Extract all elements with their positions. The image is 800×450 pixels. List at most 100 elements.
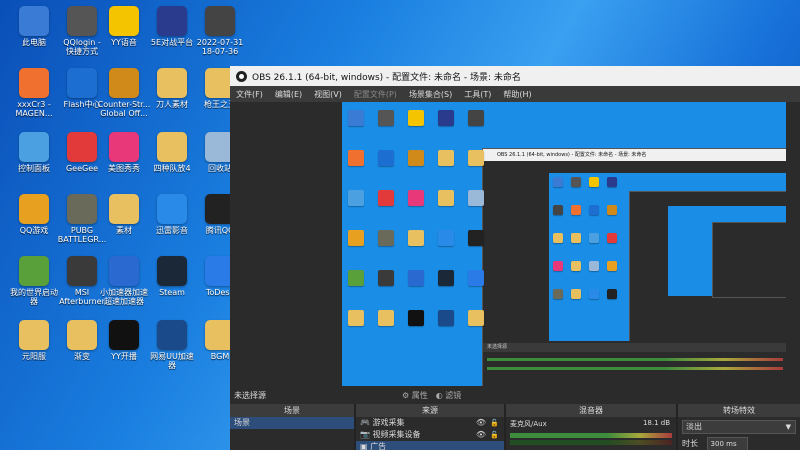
preview-minecraft-icon	[348, 270, 364, 286]
preview-qq-icon	[468, 230, 484, 246]
preview-folder-icon	[468, 310, 484, 326]
transition-selected: 淡出	[686, 422, 702, 431]
nested-yy-icon	[589, 177, 599, 187]
flac-file-icon	[19, 68, 49, 98]
preview-accelerator-icon	[408, 270, 424, 286]
msi-icon	[67, 256, 97, 286]
transitions-dock: 转场特效 淡出 ▼ 时长 300 ms	[678, 404, 800, 450]
nested-control-panel-icon	[589, 233, 599, 243]
video-file-icon	[205, 6, 235, 36]
volume-meter-2	[510, 440, 672, 445]
nested-folder-icon	[571, 289, 581, 299]
obs-logo-icon	[236, 70, 247, 82]
source-item[interactable]: ▣ 广告	[356, 441, 504, 450]
menu-tools[interactable]: 工具(T)	[458, 89, 497, 100]
source-item[interactable]: 🎮 游戏采集 👁 🔓	[356, 417, 504, 429]
nested-obs-window: OBS 26.1.1 (64-bit, windows) - 配置文件: 未命名…	[482, 148, 786, 414]
source-toolbar: 未选择源 ⚙ 属性 ◐ 滤镜	[230, 386, 800, 404]
menu-edit[interactable]: 编辑(E)	[269, 89, 308, 100]
control-panel-icon	[19, 132, 49, 162]
filters-button[interactable]: ◐ 滤镜	[436, 390, 462, 401]
nested-video-file-icon	[553, 205, 563, 215]
nested-folder-icon	[571, 233, 581, 243]
nested-obs-window-2	[629, 191, 786, 341]
volume-meter	[510, 433, 672, 438]
menu-file[interactable]: 文件(F)	[230, 89, 269, 100]
desktop: 此电脑 QQlogin - 快捷方式 YY语音 5E对战平台 2022-07-31 18…	[0, 0, 243, 450]
yy-icon	[109, 6, 139, 36]
csgo-icon	[109, 68, 139, 98]
preview-uu-icon	[438, 310, 454, 326]
mixer-dock: 混音器 麦克风/Aux 18.1 dB	[506, 404, 676, 450]
preview-folder-icon	[468, 150, 484, 166]
xunlei-icon	[157, 194, 187, 224]
geegee-icon	[67, 132, 97, 162]
eye-icon[interactable]: 👁	[476, 417, 486, 429]
nested-meter-2	[487, 367, 783, 370]
nested-qq-game-icon	[607, 261, 617, 271]
preview-yy-live-icon	[408, 310, 424, 326]
folder-icon	[109, 194, 139, 224]
steam-icon	[157, 256, 187, 286]
computer-icon	[19, 6, 49, 36]
preview-canvas[interactable]: OBS 26.1.1 (64-bit, windows) - 配置文件: 未命名…	[342, 102, 786, 414]
nested-geegee-icon	[607, 233, 617, 243]
obs-window: OBS 26.1.1 (64-bit, windows) - 配置文件: 未命名…	[230, 66, 800, 450]
scene-item[interactable]: 场景	[230, 417, 354, 429]
yy-live-icon	[109, 320, 139, 350]
obs-title: OBS 26.1.1 (64-bit, windows) - 配置文件: 未命名…	[252, 72, 521, 83]
scenes-header: 场景	[230, 404, 354, 417]
nested-preview-2	[668, 206, 786, 298]
nested-computer-icon	[553, 177, 563, 187]
obs-preview[interactable]: OBS 26.1.1 (64-bit, windows) - 配置文件: 未命名…	[230, 102, 800, 414]
preview-qq-game-icon	[348, 230, 364, 246]
nested-flash-icon	[589, 205, 599, 215]
preview-csgo-icon	[408, 150, 424, 166]
transition-select[interactable]: 淡出 ▼	[682, 420, 796, 434]
folder-icon	[67, 320, 97, 350]
preview-video-file-icon	[468, 110, 484, 126]
source-item-label: 视频采集设备	[372, 430, 421, 439]
desktop-icon[interactable]: 2022-07-31 18-07-36	[192, 6, 248, 56]
uu-icon	[157, 320, 187, 350]
preview-geegee-icon	[378, 190, 394, 206]
nested-source-bar: 未选择源	[483, 343, 786, 352]
pubg-icon	[67, 194, 97, 224]
source-item[interactable]: 📷 视频采集设备 👁 🔓	[356, 429, 504, 441]
menu-profile[interactable]: 配置文件(P)	[348, 89, 403, 100]
nested-mixer	[483, 352, 786, 376]
nested-csgo-icon	[607, 205, 617, 215]
accelerator-icon	[109, 256, 139, 286]
menu-help[interactable]: 帮助(H)	[497, 89, 537, 100]
preview-flac-file-icon	[348, 150, 364, 166]
desktop-icon-label: 2022-07-31 18-07-36	[196, 38, 244, 56]
duration-label: 时长	[682, 439, 698, 448]
obs-docks: 场景 场景 来源 🎮 游戏采集 👁 🔓 📷 视频采集设备 👁 🔓 ▣ 广告 混音器 麦克…	[230, 404, 800, 450]
properties-label: 属性	[411, 390, 428, 400]
flash-icon	[67, 68, 97, 98]
properties-button[interactable]: ⚙ 属性	[402, 390, 428, 401]
preview-flash-icon	[378, 150, 394, 166]
minecraft-icon	[19, 256, 49, 286]
preview-folder-icon	[438, 150, 454, 166]
preview-folder-icon	[348, 310, 364, 326]
nested-pubg-icon	[553, 289, 563, 299]
folder-icon	[157, 68, 187, 98]
preview-meitu-icon	[408, 190, 424, 206]
menu-scene-collection[interactable]: 场景集合(S)	[403, 89, 458, 100]
preview-folder-icon	[408, 230, 424, 246]
preview-xunlei-icon	[438, 230, 454, 246]
nested-recycle-bin-icon	[589, 261, 599, 271]
obs-menubar: 文件(F) 编辑(E) 视图(V) 配置文件(P) 场景集合(S) 工具(T) …	[230, 86, 800, 102]
lock-icon[interactable]: 🔓	[490, 417, 499, 429]
nested-folder-icon	[571, 261, 581, 271]
lock-icon[interactable]: 🔓	[490, 429, 499, 441]
menu-view[interactable]: 视图(V)	[308, 89, 348, 100]
eye-icon[interactable]: 👁	[476, 429, 486, 441]
duration-input[interactable]: 300 ms	[706, 437, 748, 450]
nested-obs-window-3	[712, 222, 786, 298]
nested-flac-file-icon	[571, 205, 581, 215]
qq-login-icon	[67, 6, 97, 36]
mixer-channel-name: 麦克风/Aux	[510, 420, 547, 428]
obs-titlebar[interactable]: OBS 26.1.1 (64-bit, windows) - 配置文件: 未命名…	[230, 66, 800, 86]
